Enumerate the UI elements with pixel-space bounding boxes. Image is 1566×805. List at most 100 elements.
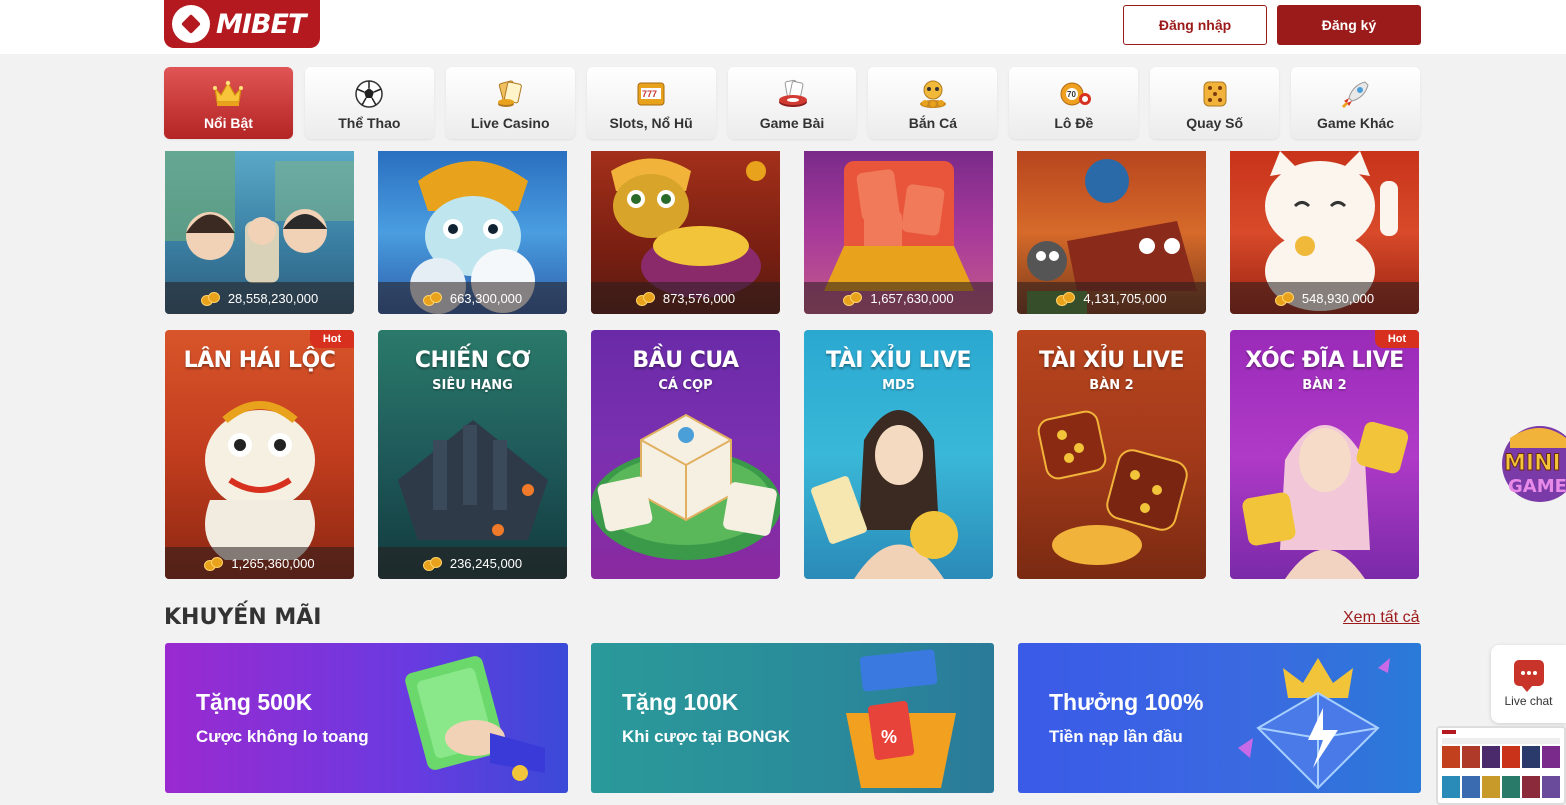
tab-label: Game Bài <box>759 115 825 131</box>
dice-icon <box>1199 79 1231 109</box>
tab-label: Thể Thao <box>338 115 401 131</box>
game-subtitle: CÁ CỌP <box>658 378 713 393</box>
tab-live-casino[interactable]: Live Casino <box>445 67 575 139</box>
jackpot-amount: 873,576,000 <box>662 290 736 306</box>
game-card[interactable]: 4,131,705,000 <box>1017 151 1206 314</box>
jackpot-bar: 236,245,000 <box>378 547 567 579</box>
promo-card[interactable]: Thưởng 100% Tiền nạp lần đầu <box>1018 643 1421 793</box>
jackpot-bar: 1,265,360,000 <box>165 547 354 579</box>
game-subtitle: BÀN 2 <box>1302 378 1347 393</box>
promotions-heading: KHUYẾN MÃI <box>164 605 322 630</box>
jackpot-amount: 28,558,230,000 <box>227 290 319 306</box>
diamond-crown-icon <box>1238 658 1390 790</box>
tab-slots-no-hu[interactable]: 777 Slots, Nổ Hũ <box>586 67 716 139</box>
coin-icon <box>843 292 863 306</box>
tab-lo-de[interactable]: 70 Lô Đề <box>1009 67 1139 139</box>
hot-badge: Hot <box>310 330 354 348</box>
coin-icon <box>422 292 442 306</box>
jackpot-bar: 663,300,000 <box>378 282 567 314</box>
jackpot-bar: 548,930,000 <box>1230 282 1419 314</box>
promo-main-text: Tặng 100K <box>622 689 739 715</box>
promo-main-text: Thưởng 100% <box>1049 689 1204 715</box>
see-all-link[interactable]: Xem tất cả <box>1343 609 1419 627</box>
tab-label: Nổi Bật <box>203 115 253 131</box>
coin-icon <box>635 292 655 306</box>
page-preview-thumbnail[interactable] <box>1436 726 1566 805</box>
site-header: MIBET Đăng nhập Đăng ký <box>0 0 1566 54</box>
rocket-icon <box>1340 79 1372 109</box>
gift-voucher-icon: % <box>846 649 956 788</box>
game-card[interactable]: BẦU CUA CÁ CỌP <box>591 330 780 579</box>
tab-label: Quay Số <box>1186 115 1244 131</box>
game-card[interactable]: TÀI XỈU LIVE BÀN 2 <box>1017 330 1206 579</box>
soccer-ball-icon <box>353 79 385 109</box>
game-card[interactable]: XÓC ĐĨA LIVE BÀN 2 Hot <box>1230 330 1419 579</box>
game-card[interactable]: TÀI XỈU LIVE MD5 <box>804 330 993 579</box>
jackpot-amount: 4,131,705,000 <box>1083 290 1167 306</box>
game-card[interactable]: LÂN HÁI LỘC Hot 1,265,360,000 <box>165 330 354 579</box>
coin-icon <box>200 292 220 306</box>
promo-sub-text: Cược không lo toang <box>196 727 369 746</box>
svg-text:%: % <box>881 727 897 747</box>
slot-machine-icon: 777 <box>635 79 667 109</box>
poker-chip-icon <box>776 79 808 109</box>
game-title: TÀI XỈU LIVE <box>825 348 972 373</box>
chat-bubble-icon <box>1513 660 1544 692</box>
coin-icon <box>1056 292 1076 306</box>
fish-icon <box>917 79 949 109</box>
game-subtitle: MD5 <box>882 378 915 393</box>
site-logo[interactable]: MIBET <box>164 0 320 48</box>
game-title: BẦU CUA <box>632 348 739 373</box>
svg-text:MINI: MINI <box>1504 451 1561 476</box>
soccer-ball-logo-icon <box>172 5 210 43</box>
jackpot-amount: 663,300,000 <box>449 290 523 306</box>
live-chat-button[interactable]: Live chat <box>1491 645 1566 723</box>
promo-card[interactable]: % Tặng 100K Khi cược tại BONGK <box>591 643 994 793</box>
tab-label: Slots, Nổ Hũ <box>609 115 693 131</box>
tab-game-khac[interactable]: Game Khác <box>1291 67 1421 139</box>
lottery-ball-icon: 70 <box>1058 79 1091 109</box>
register-button[interactable]: Đăng ký <box>1277 5 1421 45</box>
jackpot-amount: 1,265,360,000 <box>231 555 315 571</box>
tab-quay-so[interactable]: Quay Số <box>1150 67 1280 139</box>
jackpot-bar: 28,558,230,000 <box>165 282 354 314</box>
login-button[interactable]: Đăng nhập <box>1123 5 1267 45</box>
game-title: XÓC ĐĨA LIVE <box>1245 348 1404 373</box>
game-card[interactable]: 663,300,000 <box>378 151 567 314</box>
promo-main-text: Tặng 500K <box>196 689 313 715</box>
jackpot-amount: 1,657,630,000 <box>870 290 954 306</box>
game-title: TÀI XỈU LIVE <box>1038 348 1185 373</box>
mini-game-float-button[interactable]: MINI GAME <box>1500 418 1566 510</box>
game-subtitle: SIÊU HẠNG <box>432 378 513 393</box>
coin-icon <box>422 557 442 571</box>
tab-label: Live Casino <box>470 115 550 131</box>
tab-label: Game Khác <box>1317 115 1395 131</box>
game-subtitle: BÀN 2 <box>1089 378 1134 393</box>
jackpot-bar: 4,131,705,000 <box>1017 282 1206 314</box>
hot-badge: Hot <box>1375 330 1419 348</box>
coin-icon <box>204 557 224 571</box>
coin-icon <box>1274 292 1294 306</box>
tab-label: Bắn Cá <box>908 115 958 131</box>
cash-hand-icon <box>405 656 545 781</box>
jackpot-bar: 1,657,630,000 <box>804 282 993 314</box>
svg-text:70: 70 <box>1067 90 1076 99</box>
jackpot-bar: 873,576,000 <box>591 282 780 314</box>
tab-label: Lô Đề <box>1054 115 1094 131</box>
live-chat-label: Live chat <box>1504 694 1553 708</box>
game-card[interactable]: 548,930,000 <box>1230 151 1419 314</box>
preview-image <box>1438 728 1564 798</box>
tab-noi-bat[interactable]: Nổi Bật <box>164 67 293 139</box>
game-card[interactable]: CHIẾN CƠ SIÊU HẠNG 236,245,000 <box>378 330 567 579</box>
game-card[interactable]: 873,576,000 <box>591 151 780 314</box>
game-card[interactable]: 1,657,630,000 <box>804 151 993 314</box>
tab-the-thao[interactable]: Thể Thao <box>304 67 434 139</box>
tab-ban-ca[interactable]: Bắn Cá <box>868 67 998 139</box>
category-nav: Nổi Bật Thể Thao Live Casino 777 Slots, … <box>164 67 1421 139</box>
jackpot-amount: 548,930,000 <box>1301 290 1375 306</box>
game-title: LÂN HÁI LỘC <box>183 348 336 373</box>
game-card[interactable]: 28,558,230,000 <box>165 151 354 314</box>
promo-card[interactable]: Tặng 500K Cược không lo toang <box>165 643 568 793</box>
cards-chips-icon <box>494 79 526 109</box>
tab-game-bai[interactable]: Game Bài <box>727 67 857 139</box>
